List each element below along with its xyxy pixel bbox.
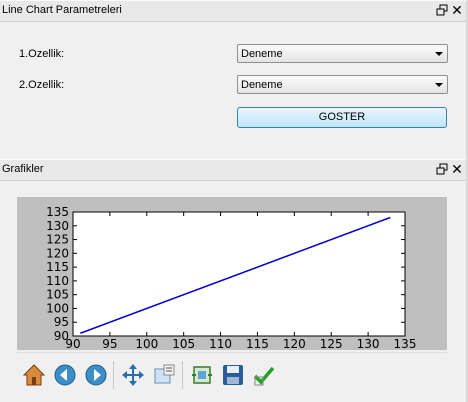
x-tick-label: 95 xyxy=(102,337,117,350)
feature2-combobox[interactable]: Deneme xyxy=(237,75,448,94)
x-tick-label: 130 xyxy=(357,337,380,350)
feature1-combobox[interactable]: Deneme xyxy=(237,44,448,63)
x-tick-label: 120 xyxy=(283,337,306,350)
close-panel-icon[interactable]: ✕ xyxy=(450,161,464,177)
y-tick-label: 125 xyxy=(46,233,69,247)
figure-canvas: 90 95 100 105 110 115 120 125 130 135 90 95 100 105 11… xyxy=(17,197,447,351)
back-icon[interactable] xyxy=(53,363,77,387)
params-panel-header: Line Chart Parametreleri ✕ xyxy=(0,0,466,22)
check-icon[interactable] xyxy=(252,363,276,387)
float-panel-icon[interactable] xyxy=(435,162,449,176)
params-panel-title: Line Chart Parametreleri xyxy=(2,4,122,16)
x-tick-label: 100 xyxy=(135,337,158,350)
charts-panel-title: Grafikler xyxy=(2,163,44,175)
y-tick-label: 120 xyxy=(46,246,69,260)
x-tick-label: 115 xyxy=(246,337,269,350)
forward-icon[interactable] xyxy=(84,363,108,387)
zoom-rect-icon[interactable] xyxy=(190,363,214,387)
show-button[interactable]: GOSTER xyxy=(237,107,447,128)
home-icon[interactable] xyxy=(22,363,46,387)
toolbar-separator xyxy=(113,361,114,389)
y-tick-label: 105 xyxy=(46,288,69,302)
close-panel-icon[interactable]: ✕ xyxy=(450,2,464,18)
toolbar-separator xyxy=(182,361,183,389)
y-tick-label: 130 xyxy=(46,219,69,233)
charts-panel-header: Grafikler ✕ xyxy=(0,159,466,181)
x-tick-label: 105 xyxy=(172,337,195,350)
y-tick-label: 100 xyxy=(46,301,69,315)
y-tick-label: 110 xyxy=(46,274,69,288)
x-tick-label: 110 xyxy=(209,337,232,350)
chevron-down-icon xyxy=(435,52,443,56)
feature1-label: 1.Ozellik: xyxy=(19,48,65,60)
navigation-toolbar xyxy=(17,352,447,393)
line-chart: 90 95 100 105 110 115 120 125 130 135909510010511… xyxy=(46,205,417,351)
x-tick-label: 125 xyxy=(320,337,343,350)
x-tick-label: 135 xyxy=(394,337,417,350)
y-tick-label: 95 xyxy=(54,315,69,329)
feature1-value: Deneme xyxy=(241,48,283,60)
y-tick-label: 135 xyxy=(46,205,69,219)
feature2-value: Deneme xyxy=(241,79,283,91)
y-tick-label: 90 xyxy=(54,329,69,343)
save-icon[interactable] xyxy=(221,363,245,387)
y-tick-label: 115 xyxy=(46,260,69,274)
feature2-label: 2.Ozellik: xyxy=(19,79,65,91)
chevron-down-icon xyxy=(435,83,443,87)
pan-icon[interactable] xyxy=(121,363,145,387)
float-panel-icon[interactable] xyxy=(435,3,449,17)
configure-subplots-icon[interactable] xyxy=(152,363,176,387)
